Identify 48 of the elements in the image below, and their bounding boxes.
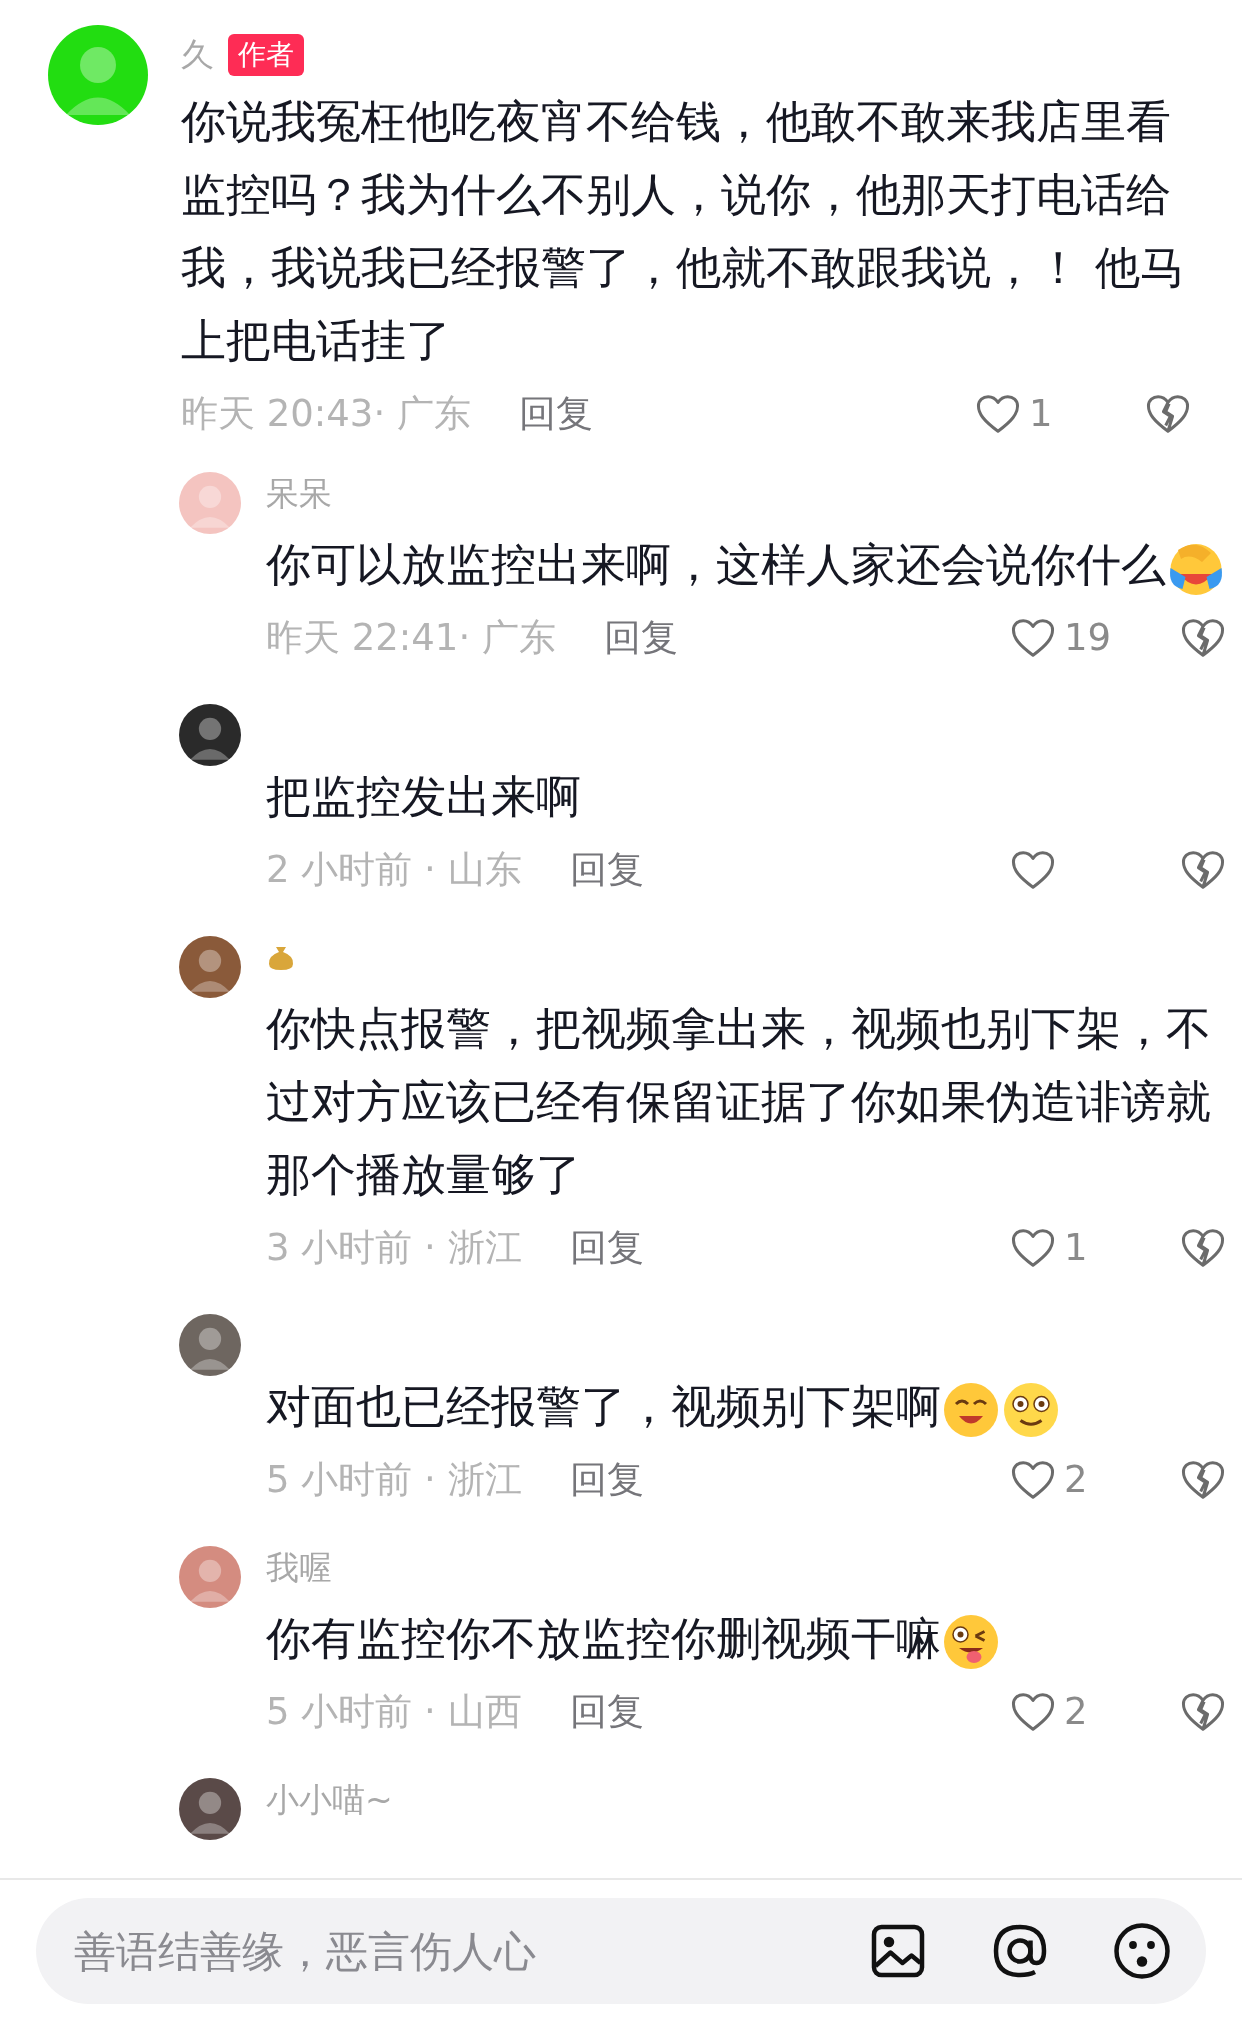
heart-icon[interactable] [1010, 616, 1056, 659]
reply-button[interactable]: 回复 [569, 1222, 644, 1273]
broken-heart-icon[interactable] [1180, 616, 1226, 659]
like-count: 1 [1029, 392, 1053, 435]
avatar[interactable] [179, 1778, 241, 1840]
username[interactable]: 小小喵~ [266, 1777, 393, 1823]
comment-text: 对面也已经报警了，视频别下架啊 [266, 1380, 941, 1433]
broken-heart-icon[interactable] [1180, 1458, 1226, 1501]
comment-time: 3 小时前 · 浙江 [266, 1224, 522, 1271]
comment-time: 昨天 22:41· 广东 [266, 614, 556, 661]
winking-face-icon [941, 1612, 1001, 1672]
broken-heart-icon[interactable] [1180, 848, 1226, 891]
heart-icon[interactable] [1010, 1458, 1056, 1501]
comment-time: 5 小时前 · 山西 [266, 1688, 522, 1735]
reply-button[interactable]: 回复 [569, 1454, 644, 1505]
reply-button[interactable]: 回复 [518, 388, 593, 439]
broken-heart-icon[interactable] [1180, 1226, 1226, 1269]
smiling-face-icon [941, 1380, 1001, 1440]
dazed-face-icon [1001, 1380, 1061, 1440]
username[interactable]: 久 [181, 32, 214, 78]
broken-heart-icon[interactable] [1145, 392, 1191, 435]
comment-text: 你有监控你不放监控你删视频干嘛 [266, 1612, 941, 1665]
avatar[interactable] [179, 704, 241, 766]
comment-time: 5 小时前 · 浙江 [266, 1456, 522, 1503]
broken-heart-icon[interactable] [1180, 1690, 1226, 1733]
reply-button[interactable]: 回复 [569, 844, 644, 895]
reply-button[interactable]: 回复 [603, 612, 678, 663]
heart-icon[interactable] [1010, 848, 1056, 891]
comment-input[interactable]: 善语结善缘，恶言伤人心 [36, 1898, 1206, 2004]
heart-icon[interactable] [975, 392, 1021, 435]
comment-input-text[interactable]: 善语结善缘，恶言伤人心 [72, 1925, 806, 1977]
like-count: 1 [1064, 1226, 1088, 1269]
heart-icon[interactable] [1010, 1226, 1056, 1269]
username[interactable]: 我喔 [266, 1545, 332, 1591]
comment-text: 你说我冤枉他吃夜宵不给钱，他敢不敢来我店里看监控吗？我为什么不别人，说你，他那天打电话给我，我说我已经报警了，他就不敢跟我说，！ 他马上把电话挂了 [181, 95, 1186, 367]
comment-time: 2 小时前 · 山东 [266, 846, 522, 893]
heart-icon[interactable] [1010, 1690, 1056, 1733]
author-badge: 作者 [228, 34, 304, 76]
username[interactable]: 呆呆 [266, 471, 332, 517]
like-count: 2 [1064, 1458, 1088, 1501]
reply-button[interactable]: 回复 [569, 1686, 644, 1737]
like-count: 19 [1064, 616, 1112, 659]
comment-text: 你可以放监控出来啊，这样人家还会说你什么 [266, 538, 1166, 591]
emoji-icon[interactable] [1112, 1921, 1172, 1981]
comment-text: 你快点报警，把视频拿出来，视频也别下架，不过对方应该已经有保留证据了你如果伪造诽谤就那个播放量够了 [266, 1002, 1211, 1201]
comment-text: 把监控发出来啊 [266, 770, 581, 823]
comment-time: 昨天 20:43· 广东 [181, 390, 471, 437]
like-count: 2 [1064, 1690, 1088, 1733]
